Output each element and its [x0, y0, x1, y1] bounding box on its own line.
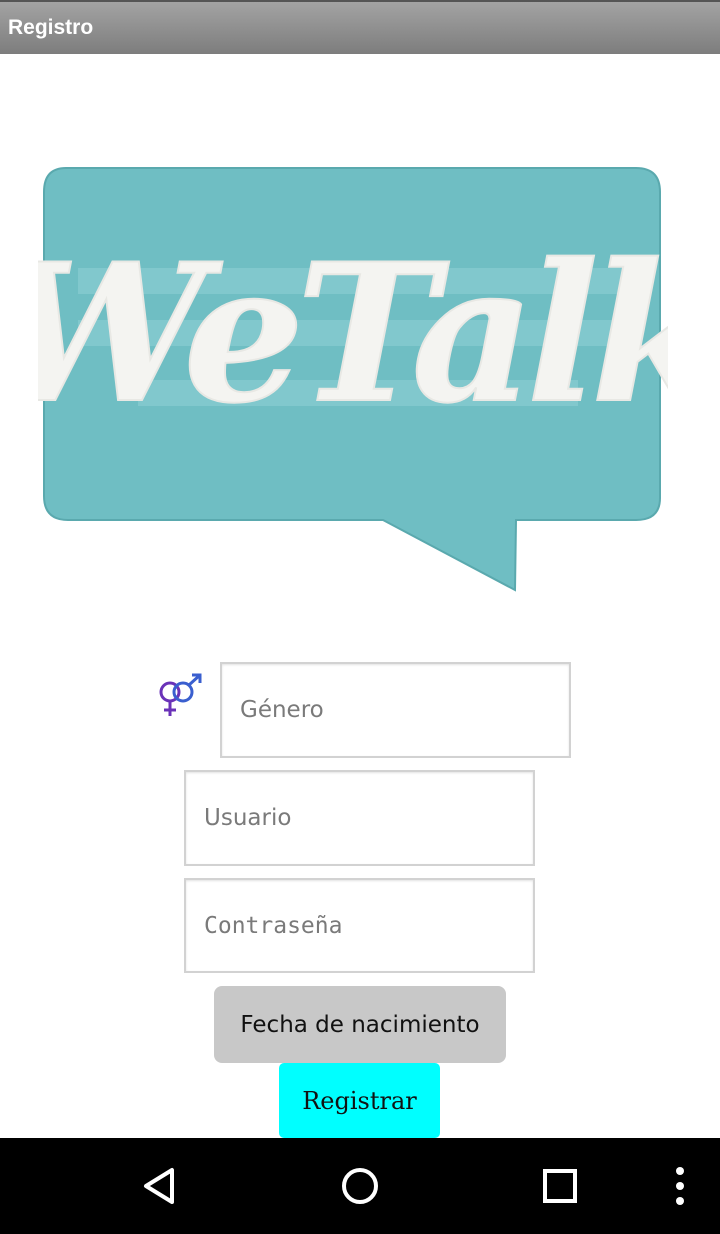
gender-symbol-icon — [159, 673, 202, 716]
password-input[interactable] — [184, 878, 535, 973]
home-circle-icon[interactable] — [315, 1138, 405, 1234]
svg-text:WeTalk: WeTalk — [38, 222, 668, 445]
genero-input[interactable] — [220, 662, 571, 758]
usuario-input[interactable] — [184, 770, 535, 866]
page-title: Registro — [8, 16, 94, 39]
recents-square-icon[interactable] — [515, 1138, 605, 1234]
title-bar: Registro — [0, 0, 720, 54]
overflow-menu-icon[interactable] — [635, 1138, 720, 1234]
back-triangle-icon[interactable] — [115, 1138, 205, 1234]
navigation-bar — [0, 1138, 720, 1234]
register-button[interactable]: Registrar — [279, 1063, 440, 1138]
birthdate-button[interactable]: Fecha de nacimiento — [214, 986, 506, 1063]
wetalk-logo: WeTalk — [38, 167, 668, 592]
